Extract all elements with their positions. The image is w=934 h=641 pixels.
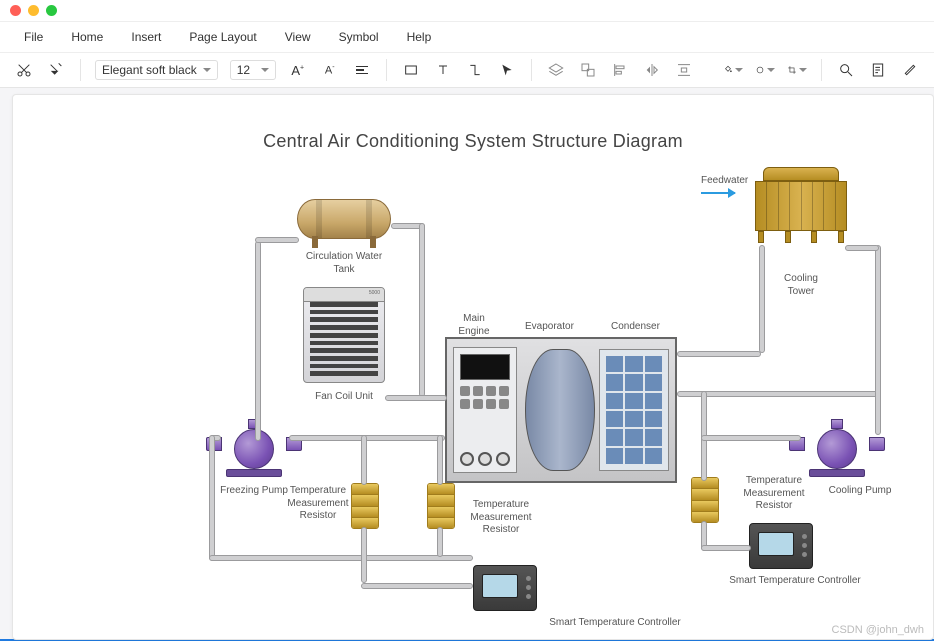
smart-controller-2[interactable] [749, 523, 813, 569]
temperature-resistor-1[interactable] [351, 483, 379, 529]
cut-icon[interactable] [14, 60, 34, 80]
pipe [209, 555, 473, 561]
pipe [677, 351, 761, 357]
circulation-water-tank[interactable] [297, 199, 391, 239]
fan-coil-unit[interactable]: 5000 [303, 287, 385, 383]
minimize-icon[interactable] [28, 5, 39, 16]
increase-font-icon[interactable]: A+ [288, 60, 308, 80]
label-fan-coil: Fan Coil Unit [313, 391, 375, 404]
label-controller-2: Smart Temperature Controller [725, 575, 865, 588]
align-left-icon[interactable] [610, 60, 630, 80]
pipe [361, 583, 473, 589]
close-icon[interactable] [10, 5, 21, 16]
layers-icon[interactable] [546, 60, 566, 80]
pipe [701, 545, 751, 551]
pen-underline-icon[interactable] [900, 60, 920, 80]
distribute-icon[interactable] [674, 60, 694, 80]
font-family-select[interactable]: Elegant soft black [95, 60, 218, 80]
menu-home[interactable]: Home [57, 26, 117, 48]
pipe [255, 237, 299, 243]
cooling-tower[interactable] [755, 167, 847, 243]
menu-page-layout[interactable]: Page Layout [175, 26, 270, 48]
temperature-resistor-3[interactable] [691, 477, 719, 523]
search-icon[interactable] [836, 60, 856, 80]
label-freezing-pump: Freezing Pump [215, 485, 293, 498]
fan-coil-display: 5000 [304, 288, 384, 302]
label-resistor-2: Temperature Measurement Resistor [465, 499, 537, 537]
menu-help[interactable]: Help [393, 26, 446, 48]
canvas[interactable]: Central Air Conditioning System Structur… [12, 94, 934, 640]
pipe [289, 435, 445, 441]
pipe [419, 223, 425, 397]
cooling-pump[interactable] [801, 407, 873, 477]
pipe [255, 241, 261, 441]
rectangle-tool-icon[interactable] [401, 60, 421, 80]
label-controller-1: Smart Temperature Controller [545, 617, 685, 630]
label-circulation-tank: Circulation Water Tank [305, 251, 383, 276]
pipe [209, 435, 215, 561]
font-size-select[interactable]: 12 [230, 60, 276, 80]
connector-tool-icon[interactable] [465, 60, 485, 80]
pipe [361, 435, 367, 485]
pipe [875, 245, 881, 435]
pointer-tool-icon[interactable] [497, 60, 517, 80]
pipe [845, 245, 879, 251]
label-resistor-1: Temperature Measurement Resistor [283, 485, 353, 523]
pipe [677, 391, 881, 397]
temperature-resistor-2[interactable] [427, 483, 455, 529]
label-main-engine: Main Engine [453, 313, 495, 338]
label-evaporator: Evaporator [525, 321, 574, 334]
label-resistor-3: Temperature Measurement Resistor [729, 475, 819, 513]
font-size-value: 12 [237, 63, 250, 77]
chevron-down-icon [203, 68, 211, 72]
shape-outline-icon[interactable] [755, 60, 775, 80]
menu-view[interactable]: View [271, 26, 325, 48]
diagram-title: Central Air Conditioning System Structur… [13, 131, 933, 152]
pipe [437, 527, 443, 557]
decrease-font-icon[interactable]: A- [320, 60, 340, 80]
label-feedwater: Feedwater [701, 175, 748, 188]
flip-icon[interactable] [642, 60, 662, 80]
smart-controller-1[interactable] [473, 565, 537, 611]
align-icon[interactable] [352, 60, 372, 80]
label-cooling-pump: Cooling Pump [825, 485, 895, 498]
menu-bar: File Home Insert Page Layout View Symbol… [0, 22, 934, 53]
freezing-pump[interactable] [218, 407, 290, 477]
main-engine[interactable] [445, 337, 677, 483]
crop-icon[interactable] [787, 60, 807, 80]
page-icon[interactable] [868, 60, 888, 80]
text-tool-icon[interactable] [433, 60, 453, 80]
menu-symbol[interactable]: Symbol [325, 26, 393, 48]
pipe [759, 245, 765, 353]
watermark: CSDN @john_dwh [832, 624, 925, 636]
zoom-icon[interactable] [46, 5, 57, 16]
font-family-value: Elegant soft black [102, 63, 197, 77]
pipe [701, 435, 801, 441]
label-condenser: Condenser [611, 321, 660, 334]
chevron-down-icon [261, 68, 269, 72]
fill-color-icon[interactable] [723, 60, 743, 80]
pipe [437, 435, 443, 485]
group-icon[interactable] [578, 60, 598, 80]
label-cooling-tower: Cooling Tower [771, 273, 831, 298]
menu-file[interactable]: File [10, 26, 57, 48]
pipe [385, 395, 447, 401]
menu-insert[interactable]: Insert [117, 26, 175, 48]
toolbar: Elegant soft black 12 A+ A- [0, 53, 934, 88]
format-painter-icon[interactable] [46, 60, 66, 80]
pipe [361, 527, 367, 583]
feedwater-arrow-icon [701, 192, 735, 194]
